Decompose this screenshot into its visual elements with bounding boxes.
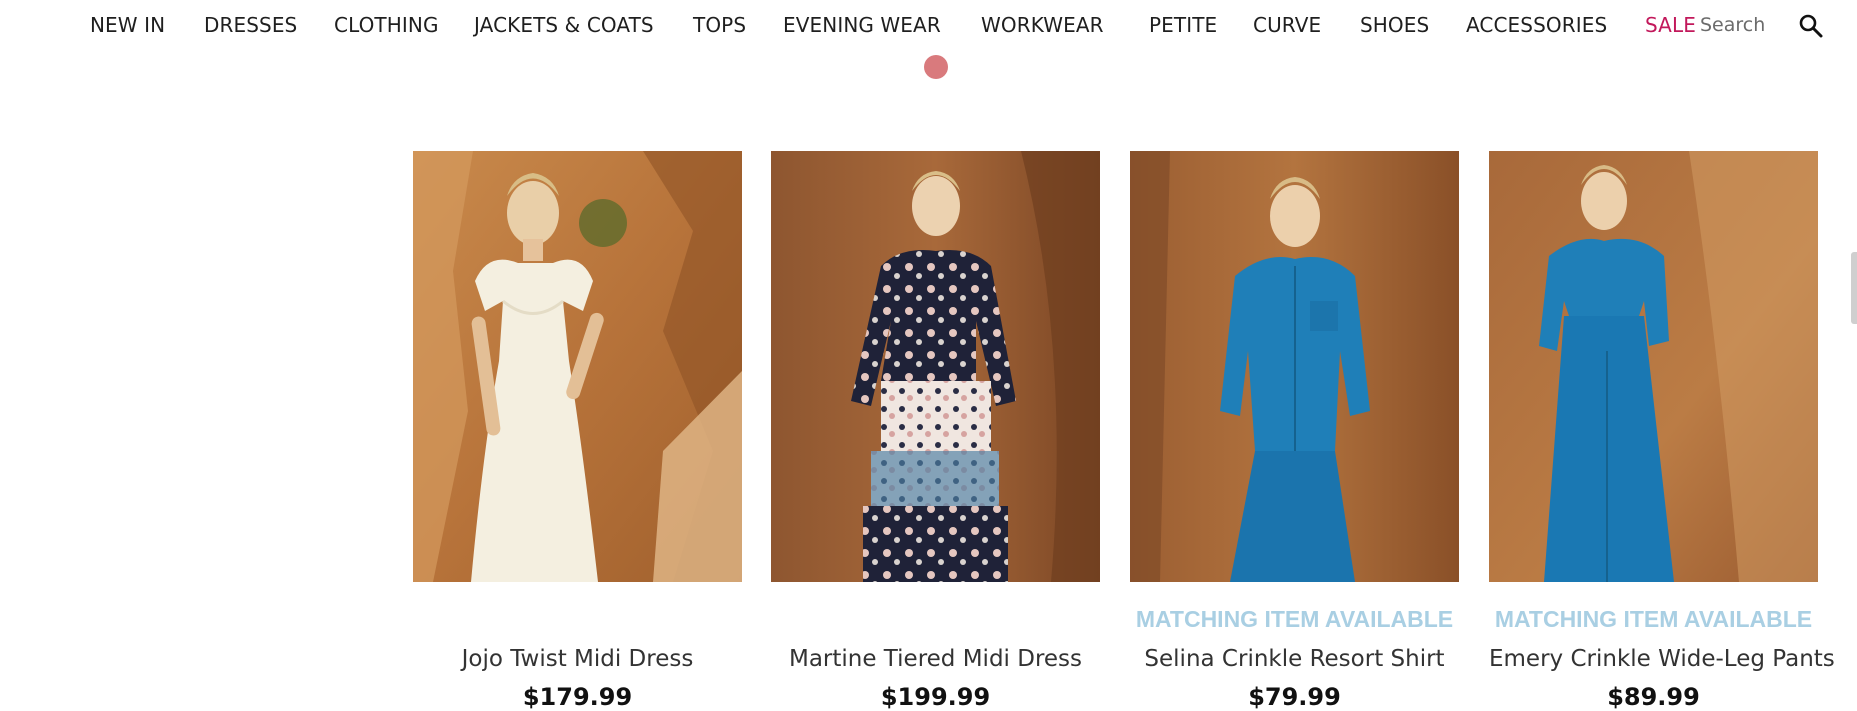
product-name[interactable]: Jojo Twist Midi Dress: [413, 646, 742, 672]
nav-sale[interactable]: SALE: [1645, 13, 1696, 37]
matching-item-badge: MATCHING ITEM AVAILABLE: [1494, 606, 1813, 632]
nav-shoes[interactable]: SHOES: [1360, 13, 1429, 37]
product-price: $89.99: [1607, 683, 1700, 711]
matching-item-badge: MATCHING ITEM AVAILABLE: [1135, 606, 1454, 632]
product-price: $199.99: [880, 683, 991, 711]
nav-curve[interactable]: CURVE: [1253, 13, 1321, 37]
product-price: $79.99: [1248, 683, 1341, 711]
search-icon[interactable]: [1798, 13, 1824, 39]
product-name[interactable]: Emery Crinkle Wide-Leg Pants: [1489, 646, 1835, 672]
carousel-dot[interactable]: [924, 55, 948, 79]
product-name[interactable]: Martine Tiered Midi Dress: [771, 646, 1100, 672]
nav-tops[interactable]: TOPS: [693, 13, 746, 37]
product-image[interactable]: [1489, 151, 1818, 582]
nav-dresses[interactable]: DRESSES: [204, 13, 297, 37]
nav-jackets-coats[interactable]: JACKETS & COATS: [474, 13, 654, 37]
nav-clothing[interactable]: CLOTHING: [334, 13, 439, 37]
nav-new-in[interactable]: NEW IN: [90, 13, 165, 37]
product-image[interactable]: [1130, 151, 1459, 582]
nav-accessories[interactable]: ACCESSORIES: [1466, 13, 1607, 37]
nav-petite[interactable]: PETITE: [1149, 13, 1217, 37]
product-image[interactable]: [413, 151, 742, 582]
top-navigation: NEW IN DRESSES CLOTHING JACKETS & COATS …: [0, 0, 1857, 52]
nav-evening-wear[interactable]: EVENING WEAR: [783, 13, 941, 37]
product-image[interactable]: [771, 151, 1100, 582]
product-name[interactable]: Selina Crinkle Resort Shirt: [1130, 646, 1459, 672]
scrollbar-thumb[interactable]: [1851, 252, 1857, 324]
search-input[interactable]: Search: [1700, 13, 1765, 37]
product-price: $179.99: [522, 683, 633, 711]
nav-workwear[interactable]: WORKWEAR: [981, 13, 1104, 37]
